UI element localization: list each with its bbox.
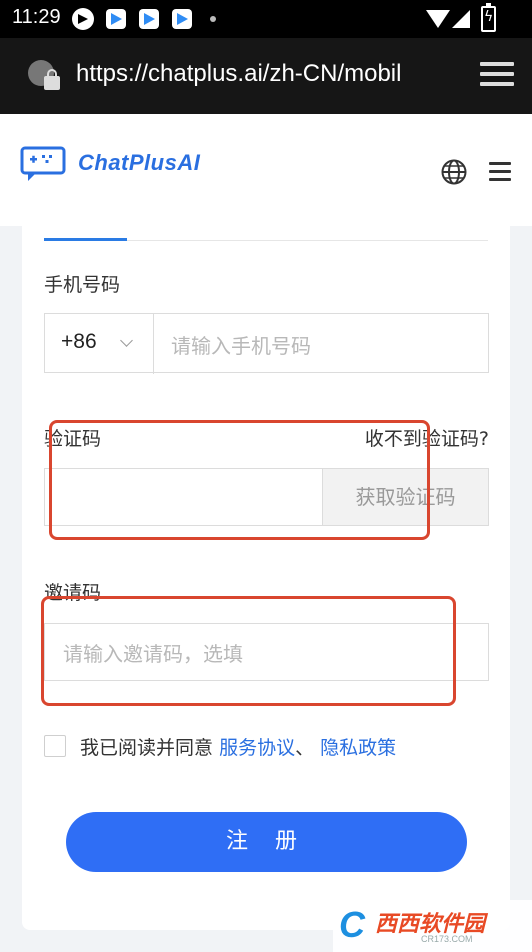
app-notification-icon [139, 9, 159, 29]
terms-link[interactable]: 服务协议 [219, 737, 295, 759]
register-card: 手机号码 +86 请输入手机号码 验证码 收不到验证码? 获取验证码 邀请码 请… [22, 226, 510, 930]
highlight-box [49, 420, 430, 540]
site-header: ChatPlusAI [0, 114, 532, 226]
app-notification-icon [106, 9, 126, 29]
phone-label: 手机号码 [44, 274, 121, 296]
browser-menu-icon[interactable] [480, 62, 514, 90]
app-notification-icon [172, 9, 192, 29]
battery-icon [481, 3, 496, 32]
status-time: 11:29 [12, 6, 61, 28]
agree-checkbox[interactable] [44, 735, 66, 757]
phone-input-group: +86 请输入手机号码 [44, 313, 489, 374]
chat-logo-icon[interactable] [20, 146, 66, 182]
watermark-url: CR173.COM [421, 934, 473, 944]
country-code-value: +86 [61, 330, 97, 353]
status-bar: 11:29 [0, 0, 532, 38]
lock-icon [44, 69, 60, 90]
telegram-icon [72, 8, 94, 30]
watermark-logo-icon: C [339, 904, 365, 945]
agree-prefix: 我已阅读并同意 [80, 737, 214, 759]
signal-icon [452, 10, 470, 28]
menu-icon[interactable] [489, 162, 511, 182]
register-button[interactable]: 注 册 [66, 812, 467, 872]
agreement-text: 我已阅读并同意 服务协议、 隐私政策 [80, 733, 396, 760]
watermark: C 西西软件园 CR173.COM [333, 900, 532, 952]
more-notifications-icon [210, 16, 216, 22]
separator: 、 [295, 737, 315, 759]
phone-input[interactable]: 请输入手机号码 [171, 330, 311, 359]
active-tab-indicator [44, 238, 127, 241]
highlight-box [41, 596, 456, 706]
url-field[interactable]: https://chatplus.ai/zh-CN/mobil [76, 60, 454, 88]
privacy-link[interactable]: 隐私政策 [320, 737, 396, 759]
browser-url-bar: https://chatplus.ai/zh-CN/mobil [0, 38, 532, 114]
country-code-select[interactable]: +86 [45, 314, 154, 374]
chevron-down-icon [120, 334, 133, 347]
language-globe-icon[interactable] [440, 158, 468, 186]
site-logo-text[interactable]: ChatPlusAI [78, 150, 200, 176]
wifi-icon [426, 10, 450, 28]
